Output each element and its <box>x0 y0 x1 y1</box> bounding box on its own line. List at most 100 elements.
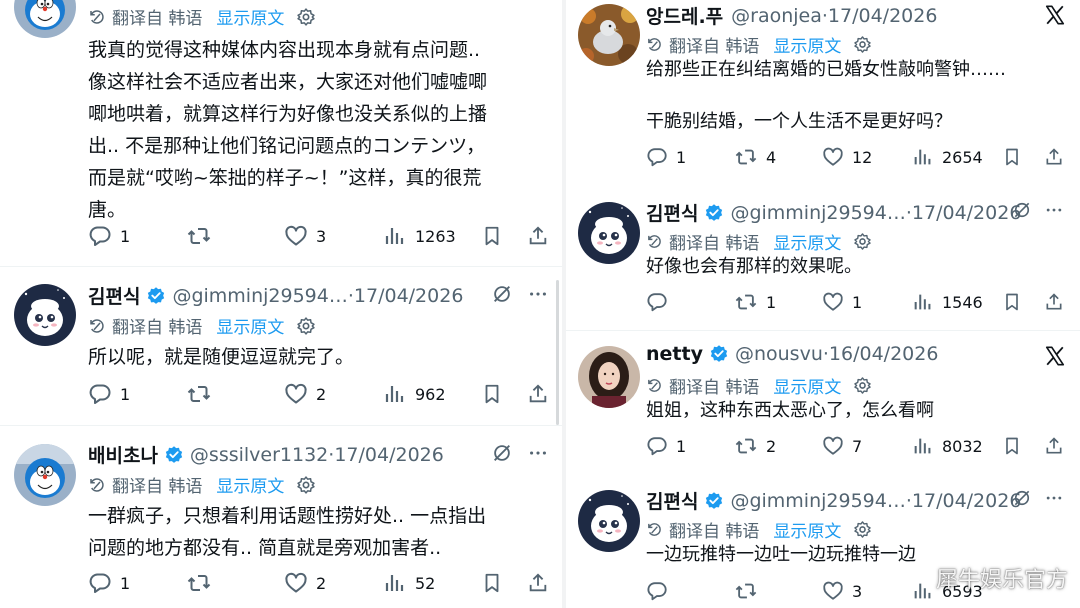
reply-button[interactable]: 1 <box>88 382 130 406</box>
reply-button[interactable]: 1 <box>88 571 130 595</box>
like-button[interactable]: 1 <box>822 291 862 313</box>
like-button[interactable]: 3 <box>822 580 862 602</box>
views-button[interactable]: 1546 <box>912 291 983 313</box>
tweet-date[interactable]: ·17/04/2026 <box>822 5 938 27</box>
translation-bar: 翻译自 韩语 显示原文 <box>88 313 316 338</box>
settings-icon[interactable] <box>853 232 872 251</box>
show-original-link[interactable]: 显示原文 <box>773 373 841 398</box>
reply-button[interactable]: 1 <box>88 224 130 248</box>
scrollbar[interactable] <box>556 280 559 425</box>
like-button[interactable]: 2 <box>284 571 326 595</box>
retweet-button[interactable] <box>186 224 220 248</box>
user-handle[interactable]: @gimminj29594… <box>730 202 905 224</box>
display-name[interactable]: 김편식 <box>88 282 140 309</box>
user-handle[interactable]: @sssilver1132 <box>190 444 328 466</box>
display-name[interactable]: 앙드레.푸 <box>646 2 723 29</box>
bookmark-button[interactable] <box>481 571 511 595</box>
translation-bar: 翻译自 韩语 显示原文 <box>646 517 872 542</box>
show-original-link[interactable]: 显示原文 <box>216 472 284 497</box>
more-icon[interactable] <box>527 283 549 309</box>
avatar[interactable] <box>578 202 640 264</box>
grok-icon[interactable] <box>1012 200 1032 224</box>
display-name[interactable]: 배비초나 <box>88 441 158 468</box>
retweet-button[interactable]: 1 <box>734 291 776 313</box>
user-handle[interactable]: @gimminj29594… <box>172 285 347 307</box>
user-handle[interactable]: @nousvu <box>735 343 823 365</box>
settings-icon[interactable] <box>853 35 872 54</box>
retweet-button[interactable]: 4 <box>734 146 776 168</box>
retweet-button[interactable] <box>186 571 220 595</box>
views-button[interactable]: 8032 <box>912 435 983 457</box>
views-button[interactable]: 1263 <box>383 224 456 248</box>
share-button[interactable] <box>1044 146 1072 168</box>
show-original-link[interactable]: 显示原文 <box>216 313 284 338</box>
views-button[interactable]: 52 <box>383 571 435 595</box>
tweet-date[interactable]: ·17/04/2026 <box>906 202 1022 224</box>
settings-icon[interactable] <box>296 316 316 336</box>
like-button[interactable]: 12 <box>822 146 872 168</box>
settings-icon[interactable] <box>296 475 316 495</box>
tweet-text: 所以呢，就是随便逗逗就完了。 <box>88 346 355 368</box>
avatar[interactable] <box>14 444 76 506</box>
share-button[interactable] <box>1044 435 1072 457</box>
like-button[interactable]: 7 <box>822 435 862 457</box>
settings-icon[interactable] <box>853 520 872 539</box>
reply-button[interactable] <box>646 580 676 602</box>
user-handle[interactable]: @raonjea <box>731 5 822 27</box>
tweet-date[interactable]: ·17/04/2026 <box>328 444 444 466</box>
display-name[interactable]: 김편식 <box>646 487 698 514</box>
bookmark-button[interactable] <box>1002 435 1030 457</box>
grok-icon[interactable] <box>491 442 513 468</box>
more-icon[interactable] <box>1044 488 1064 512</box>
more-icon[interactable] <box>527 442 549 468</box>
avatar[interactable] <box>578 4 640 66</box>
display-name[interactable]: netty <box>646 343 703 365</box>
share-button[interactable] <box>527 571 557 595</box>
like-button[interactable]: 3 <box>284 224 326 248</box>
show-original-link[interactable]: 显示原文 <box>773 229 841 254</box>
settings-icon[interactable] <box>853 376 872 395</box>
reply-button[interactable]: 1 <box>646 146 686 168</box>
share-button[interactable] <box>527 382 557 406</box>
show-original-link[interactable]: 显示原文 <box>773 32 841 57</box>
bookmark-button[interactable] <box>1002 291 1030 313</box>
translated-from-label: 翻译自 韩语 <box>112 477 203 497</box>
tweet-date[interactable]: ·17/04/2026 <box>906 490 1022 512</box>
views-button[interactable]: 962 <box>383 382 446 406</box>
more-icon[interactable] <box>1044 200 1064 224</box>
show-original-link[interactable]: 显示原文 <box>773 517 841 542</box>
avatar[interactable] <box>578 346 640 408</box>
grok-icon[interactable] <box>491 283 513 309</box>
bookmark-button[interactable] <box>481 382 511 406</box>
display-name[interactable]: 김편식 <box>646 199 698 226</box>
reply-count: 1 <box>676 147 687 167</box>
retweet-button[interactable]: 2 <box>734 435 776 457</box>
reply-button[interactable] <box>646 291 676 313</box>
tweet-date[interactable]: ·17/04/2026 <box>348 285 464 307</box>
watermark-text: 犀牛娱乐官方 <box>935 568 1068 593</box>
bookmark-button[interactable] <box>1002 146 1030 168</box>
user-handle[interactable]: @gimminj29594… <box>730 490 905 512</box>
avatar[interactable] <box>14 284 76 346</box>
settings-icon[interactable] <box>296 7 316 27</box>
like-button[interactable]: 2 <box>284 382 326 406</box>
retweet-button[interactable] <box>186 382 220 406</box>
retweet-icon <box>186 382 212 406</box>
reply-button[interactable]: 1 <box>646 435 686 457</box>
views-button[interactable]: 2654 <box>912 146 983 168</box>
share-button[interactable] <box>1044 291 1072 313</box>
tweet-date[interactable]: ·16/04/2026 <box>823 343 939 365</box>
share-button[interactable] <box>527 224 557 248</box>
views-icon <box>912 435 934 457</box>
retweet-button[interactable] <box>734 580 766 602</box>
like-count: 1 <box>852 292 863 312</box>
avatar[interactable] <box>14 0 76 38</box>
grok-icon[interactable] <box>1012 488 1032 512</box>
tweet-text: 我真的觉得这种媒体内容出现本身就有点问题.. 像这样社会不适应者出来，大家还对他… <box>88 39 488 221</box>
show-original-link[interactable]: 显示原文 <box>216 4 284 29</box>
share-icon <box>1044 435 1064 457</box>
retweet-icon <box>734 291 758 313</box>
avatar[interactable] <box>578 490 640 552</box>
bookmark-button[interactable] <box>481 224 511 248</box>
right-reply-thread: 앙드레.푸 @raonjea ·17/04/2026 翻译自 韩语 显示原文 给… <box>566 0 1080 608</box>
